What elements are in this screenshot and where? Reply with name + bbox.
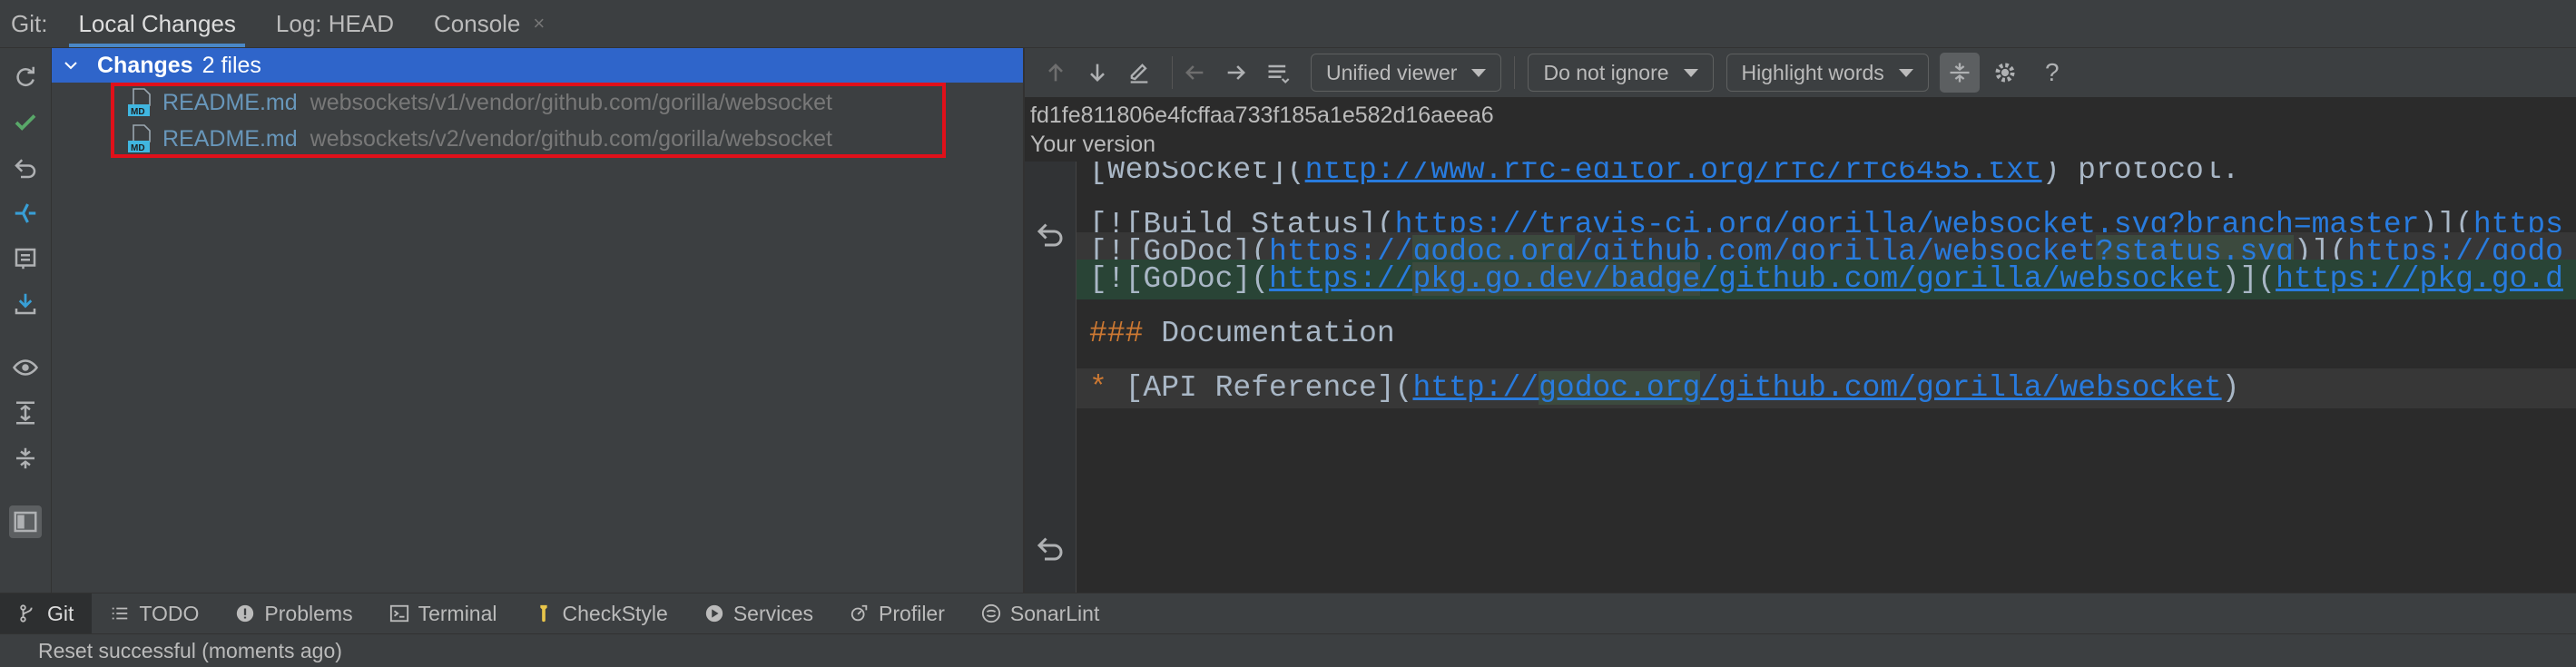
forward-arrow-icon[interactable] <box>1216 53 1256 93</box>
tab-label: Local Changes <box>78 9 236 37</box>
back-arrow-icon[interactable] <box>1175 53 1214 93</box>
collapse-all-icon[interactable] <box>9 442 42 475</box>
tool-profiler[interactable]: Profiler <box>831 593 963 633</box>
tool-label: Problems <box>264 601 353 625</box>
toolbar-separator <box>1514 56 1516 89</box>
tool-git[interactable]: Git <box>0 593 93 633</box>
tool-label: TODO <box>139 601 200 625</box>
terminal-icon <box>389 604 408 623</box>
expand-all-icon[interactable] <box>9 397 42 429</box>
link[interactable]: http://godoc.org/github.com/gorilla/webs… <box>1412 371 2222 405</box>
tool-label: Git <box>47 601 74 625</box>
layout-toggle-icon[interactable] <box>9 505 42 538</box>
code-line: ### Documentation <box>1089 317 1395 350</box>
changelist-count: 2 files <box>202 52 261 78</box>
todo-list-icon <box>113 607 128 620</box>
tab-label: Log: HEAD <box>275 9 394 37</box>
refresh-icon[interactable] <box>9 61 42 93</box>
commit-checkmark-icon[interactable] <box>9 106 42 139</box>
tab-label: Console <box>434 9 521 37</box>
chevron-down-icon <box>1683 68 1698 77</box>
tab-log-head[interactable]: Log: HEAD <box>256 0 414 47</box>
tool-checkstyle[interactable]: CheckStyle <box>516 593 686 633</box>
checkstyle-icon <box>539 604 547 623</box>
help-icon[interactable]: ? <box>2032 53 2072 93</box>
git-branch-icon <box>20 604 33 623</box>
git-tool-window-label: Git: <box>11 9 48 37</box>
revert-change-icon[interactable] <box>1034 218 1067 250</box>
changelist-title: Changes <box>97 52 193 78</box>
diff-code-area[interactable]: [WebSocket](http://www.rfc-editor.org/rf… <box>1077 162 2576 593</box>
revision-hash: fd1fe811806e4fcffaa733f185a1e582d16aeea6 <box>1030 103 1494 128</box>
tab-local-changes[interactable]: Local Changes <box>58 0 255 47</box>
edit-source-icon[interactable] <box>1119 53 1159 93</box>
link[interactable]: https://pkg.go.d <box>2276 262 2563 296</box>
sonarlint-icon <box>981 603 1000 623</box>
link[interactable]: https://pkg.go.dev/badge/github.com/gori… <box>1269 262 2222 296</box>
tool-label: Profiler <box>879 601 945 625</box>
tool-label: Services <box>732 601 814 625</box>
tool-label: Terminal <box>418 601 497 625</box>
tool-window-tab-bar: Git: Local Changes Log: HEAD Console × <box>0 0 2576 48</box>
problems-icon <box>237 604 254 623</box>
code-line-added: [![GoDoc](https://pkg.go.dev/badge/githu… <box>1077 260 2576 299</box>
diff-viewer: Unified viewer Do not ignore Highlight w… <box>1025 48 2576 593</box>
preview-eye-icon[interactable] <box>9 351 42 384</box>
tool-label: CheckStyle <box>562 601 668 625</box>
whitespace-dropdown[interactable]: Do not ignore <box>1528 54 1714 92</box>
previous-difference-icon[interactable] <box>1036 53 1076 93</box>
highlight-value: Highlight words <box>1741 60 1884 84</box>
revert-change-icon[interactable] <box>1034 532 1067 564</box>
close-icon[interactable]: × <box>533 12 545 35</box>
tool-terminal[interactable]: Terminal <box>371 593 516 633</box>
tab-console[interactable]: Console × <box>414 0 565 47</box>
rollback-icon[interactable] <box>9 152 42 184</box>
tool-services[interactable]: Services <box>686 593 831 633</box>
whitespace-value: Do not ignore <box>1543 60 1669 84</box>
changes-toolbar <box>0 48 52 593</box>
tool-problems[interactable]: Problems <box>217 593 370 633</box>
changelist-node[interactable]: Changes 2 files <box>52 48 1023 83</box>
toolbar-separator <box>1172 56 1173 89</box>
collapse-unchanged-icon[interactable] <box>1939 53 1980 93</box>
services-play-icon <box>705 604 723 623</box>
next-difference-icon[interactable] <box>1077 53 1117 93</box>
status-message[interactable]: Reset successful (moments ago) <box>38 639 342 663</box>
viewer-mode-dropdown[interactable]: Unified viewer <box>1311 54 1502 92</box>
version-label: Your version <box>1030 132 1156 157</box>
diff-gutter <box>1025 162 1077 593</box>
changes-tree: Changes 2 files MD README.md websockets/… <box>52 48 1023 593</box>
profiler-icon <box>850 604 868 622</box>
chevron-down-icon <box>1471 68 1487 77</box>
lines-menu-icon[interactable] <box>1258 53 1298 93</box>
link[interactable]: http://www.rfc-editor.org/rfc/rfc6455.tx… <box>1305 162 2042 187</box>
tool-todo[interactable]: TODO <box>92 593 217 633</box>
tool-window-bar: Git TODO Problems Terminal CheckStyle Se… <box>0 593 2576 633</box>
chevron-down-icon[interactable] <box>64 59 77 72</box>
viewer-mode-value: Unified viewer <box>1326 60 1458 84</box>
tool-sonarlint[interactable]: SonarLint <box>963 593 1117 633</box>
gear-icon[interactable] <box>1985 53 2025 93</box>
tool-label: SonarLint <box>1009 601 1100 625</box>
diff-toolbar: Unified viewer Do not ignore Highlight w… <box>1025 48 2576 97</box>
code-line: * [API Reference](http://godoc.org/githu… <box>1077 368 2576 408</box>
update-icon[interactable] <box>9 197 42 230</box>
status-bar: Reset successful (moments ago) <box>0 633 2576 667</box>
shelve-icon[interactable] <box>9 242 42 275</box>
annotation-highlight-box <box>111 83 946 158</box>
chevron-down-icon <box>1898 68 1913 77</box>
highlight-dropdown[interactable]: Highlight words <box>1726 54 1929 92</box>
code-line: [WebSocket](http://www.rfc-editor.org/rf… <box>1077 162 2576 191</box>
unshelve-icon[interactable] <box>9 288 42 320</box>
